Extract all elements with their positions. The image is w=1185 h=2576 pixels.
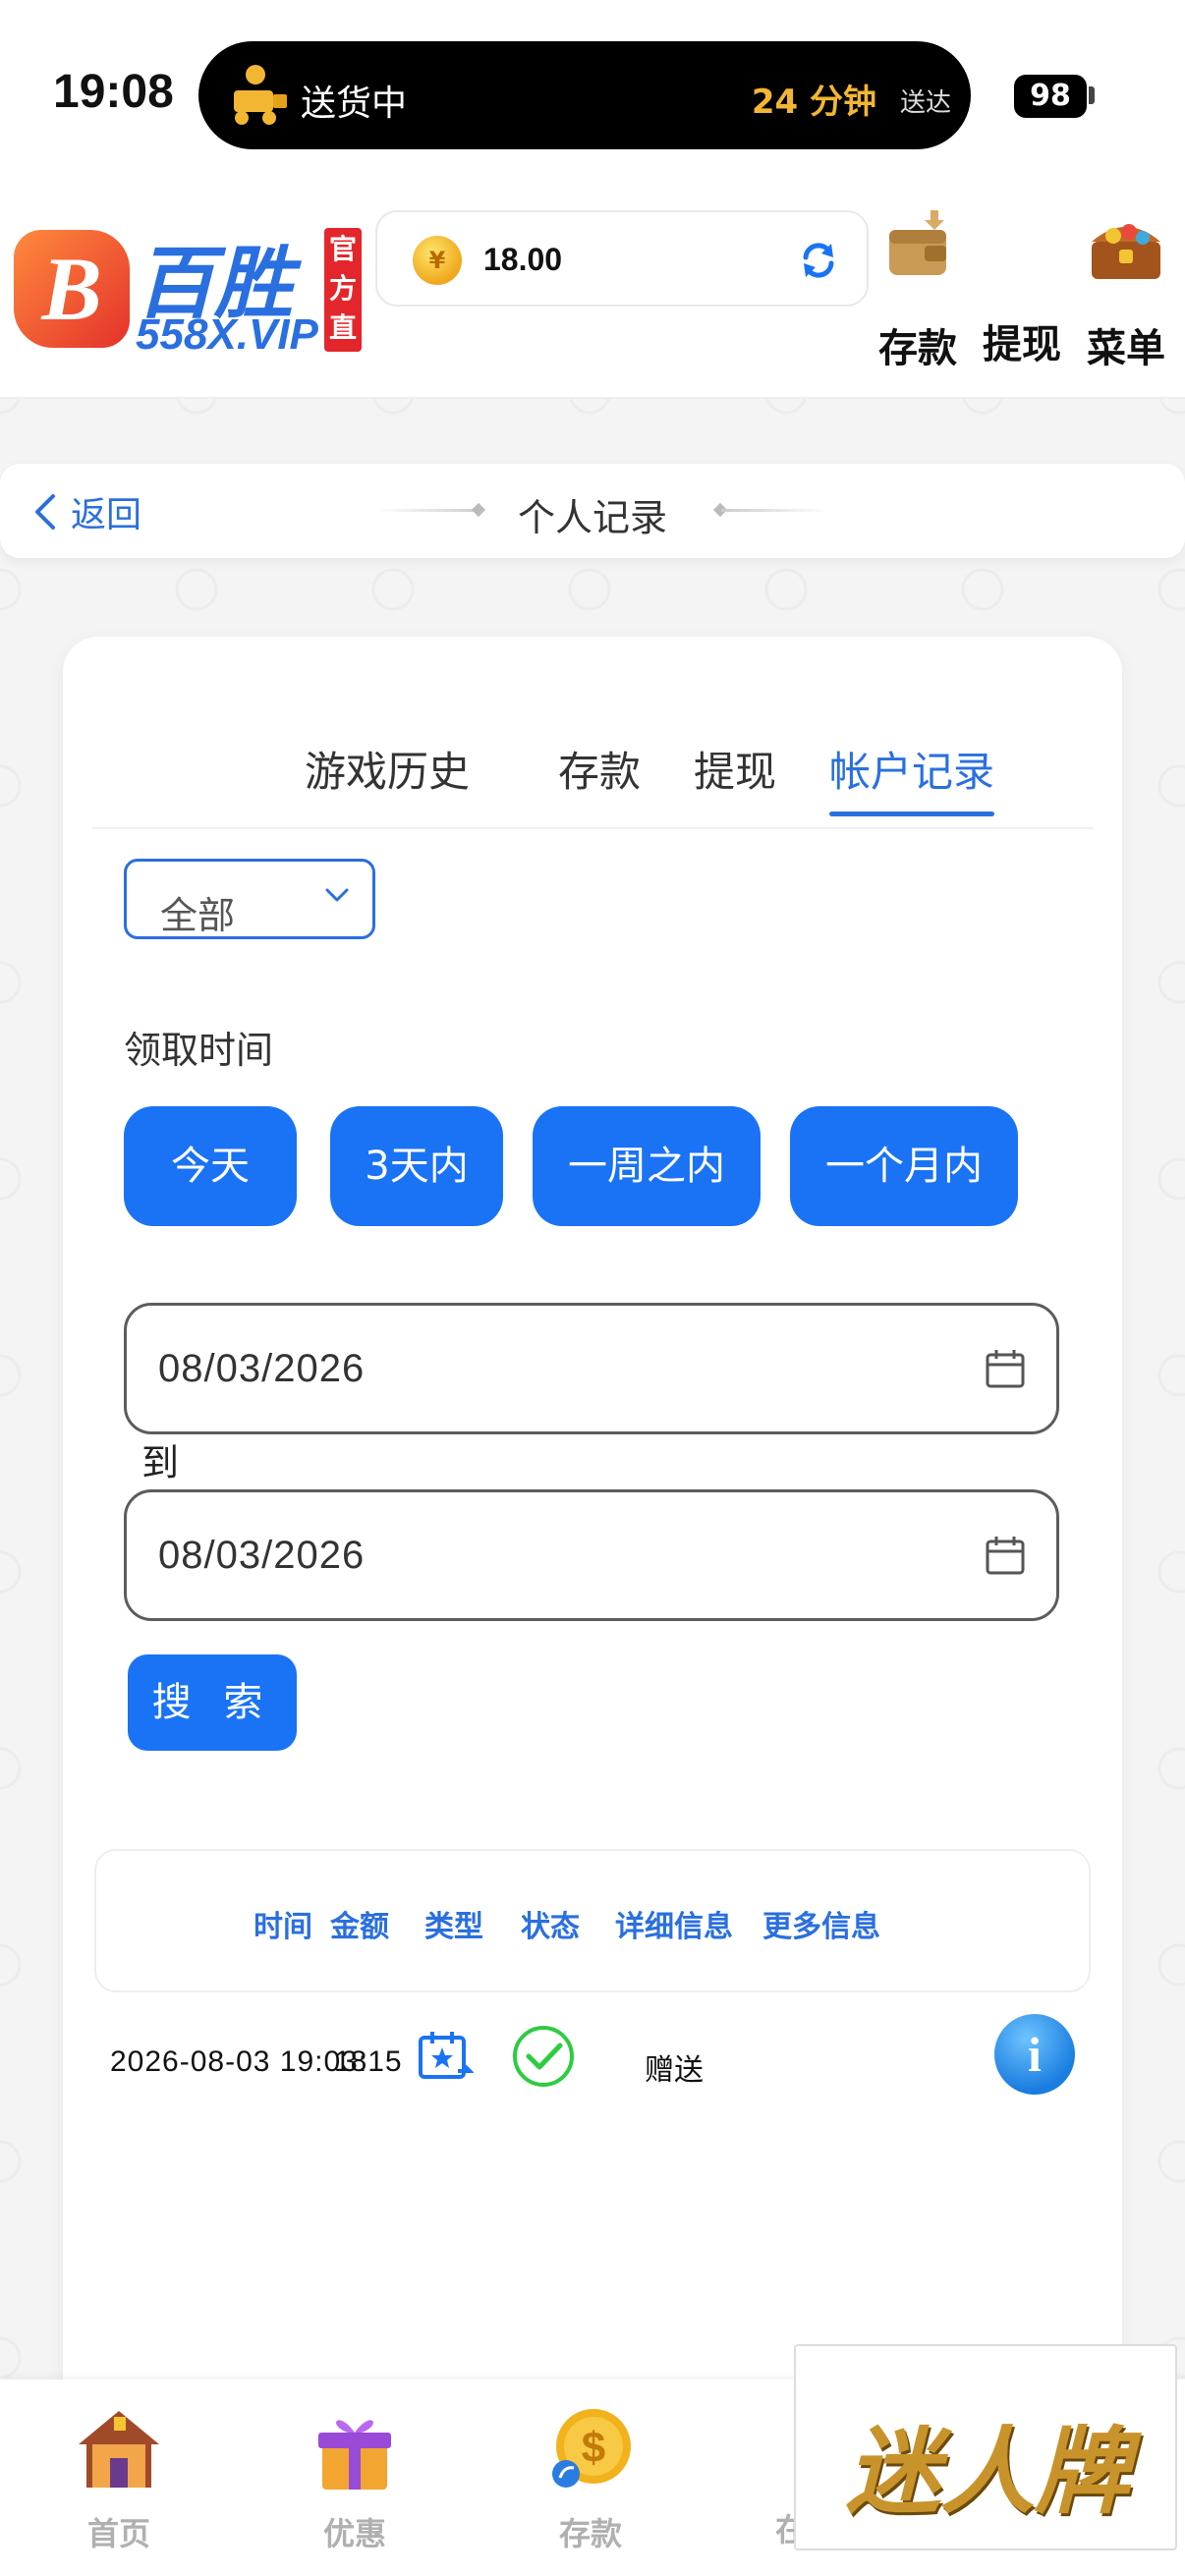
island-label: 送货中 <box>301 84 408 124</box>
row-detail: 赠送 <box>645 2053 704 2088</box>
range-month-button[interactable]: 一个月内 <box>790 1106 1018 1226</box>
treasure-chest-icon <box>1092 224 1160 279</box>
overlay-ad-banner[interactable]: 迷人牌 <box>794 2344 1177 2550</box>
calendar-star-icon <box>419 2032 474 2079</box>
calendar-icon[interactable] <box>984 1534 1027 1577</box>
column-header-detail: 详细信息 <box>615 1910 733 1944</box>
column-header-time: 时间 <box>254 1910 312 1944</box>
dollar-coin-icon: $ <box>552 2409 631 2488</box>
title-decoration-right <box>721 509 829 512</box>
app-header: B 百胜 558X.VIP 官方直营 ¥ 18.00 存款 提现 菜单 <box>0 187 1185 399</box>
home-icon <box>79 2411 159 2488</box>
delivery-rider-icon <box>234 65 287 125</box>
range-3days-button[interactable]: 3天内 <box>330 1106 503 1226</box>
header-withdraw-button[interactable]: 提现 <box>973 206 1071 383</box>
date-to-value: 08/03/2026 <box>158 1534 366 1577</box>
svg-text:$: $ <box>582 2424 605 2472</box>
logo-mark-icon: B <box>14 230 130 348</box>
column-header-more: 更多信息 <box>762 1910 880 1944</box>
header-menu-button[interactable]: 菜单 <box>1077 206 1175 383</box>
row-amount: 18 <box>334 2045 367 2078</box>
page-navbar: 返回 个人记录 <box>0 464 1185 558</box>
info-icon[interactable]: i <box>994 2014 1075 2095</box>
wallet-icon <box>889 210 946 275</box>
logo-badge: 官方直营 <box>324 228 362 383</box>
battery-tip <box>1089 86 1095 104</box>
tab-withdraw[interactable]: 提现 <box>694 739 776 799</box>
island-eta-suffix: 送达 <box>899 88 951 118</box>
header-menu-label: 菜单 <box>1087 326 1165 371</box>
range-week-button[interactable]: 一周之内 <box>533 1106 761 1226</box>
refresh-icon[interactable] <box>796 238 841 283</box>
bottom-nav-promo-label: 优惠 <box>322 2515 386 2552</box>
bottom-nav-promo[interactable]: 优惠 <box>281 2403 428 2554</box>
bottom-nav-home[interactable]: 首页 <box>45 2403 193 2554</box>
records-card: 游戏历史 存款 提现 帐户记录 全部 领取时间 今天 3天内 一周之内 一个月内… <box>63 637 1122 2425</box>
tab-game-history[interactable]: 游戏历史 <box>305 739 470 799</box>
status-time: 19:08 <box>53 66 174 118</box>
dynamic-island[interactable]: 送货中 24 分钟 送达 <box>198 41 971 149</box>
date-to-separator: 到 <box>141 1441 180 1484</box>
logo-domain: 558X.VIP <box>136 310 318 359</box>
balance-value: 18.00 <box>483 242 563 277</box>
overlay-ad-text: 迷人牌 <box>846 2416 1129 2527</box>
gift-icon <box>318 2420 391 2490</box>
header-withdraw-label: 提现 <box>983 322 1061 367</box>
tab-deposit[interactable]: 存款 <box>558 739 641 799</box>
record-type-select[interactable]: 全部 <box>124 859 375 939</box>
record-type-value: 全部 <box>160 894 236 937</box>
records-table-header: 时间 金额 类型 状态 详细信息 更多信息 <box>94 1849 1091 1992</box>
record-tabs: 游戏历史 存款 提现 帐户记录 <box>92 688 1093 829</box>
claim-time-label: 领取时间 <box>124 1029 274 1072</box>
coin-icon: ¥ <box>413 236 462 285</box>
bottom-nav-deposit[interactable]: $ 存款 <box>517 2403 664 2554</box>
page-title: 个人记录 <box>517 496 667 539</box>
column-header-status: 状态 <box>521 1910 580 1944</box>
header-deposit-label: 存款 <box>878 326 957 371</box>
table-row: 2026-08-03 19:03:15 18 赠送 <box>94 2008 1091 2126</box>
column-header-type: 类型 <box>424 1910 483 1944</box>
balance-box: ¥ 18.00 <box>375 210 869 307</box>
range-today-button[interactable]: 今天 <box>124 1106 297 1226</box>
date-from-value: 08/03/2026 <box>158 1347 366 1390</box>
tab-account-records[interactable]: 帐户记录 <box>829 739 995 816</box>
header-deposit-button[interactable]: 存款 <box>869 206 967 383</box>
calendar-icon[interactable] <box>984 1347 1027 1390</box>
column-header-amount: 金额 <box>330 1910 389 1944</box>
search-button[interactable]: 搜 索 <box>128 1654 297 1751</box>
chevron-down-icon <box>325 888 349 902</box>
battery-indicator: 98 <box>1014 75 1087 118</box>
date-from-field[interactable]: 08/03/2026 <box>124 1303 1059 1434</box>
island-eta: 24 分钟 <box>751 83 876 122</box>
bottom-nav-home-label: 首页 <box>86 2515 150 2552</box>
bottom-nav-deposit-label: 存款 <box>558 2515 622 2552</box>
status-bar: 19:08 送货中 24 分钟 送达 98 <box>0 0 1185 187</box>
date-to-field[interactable]: 08/03/2026 <box>124 1489 1059 1621</box>
check-circle-icon <box>513 2026 574 2087</box>
